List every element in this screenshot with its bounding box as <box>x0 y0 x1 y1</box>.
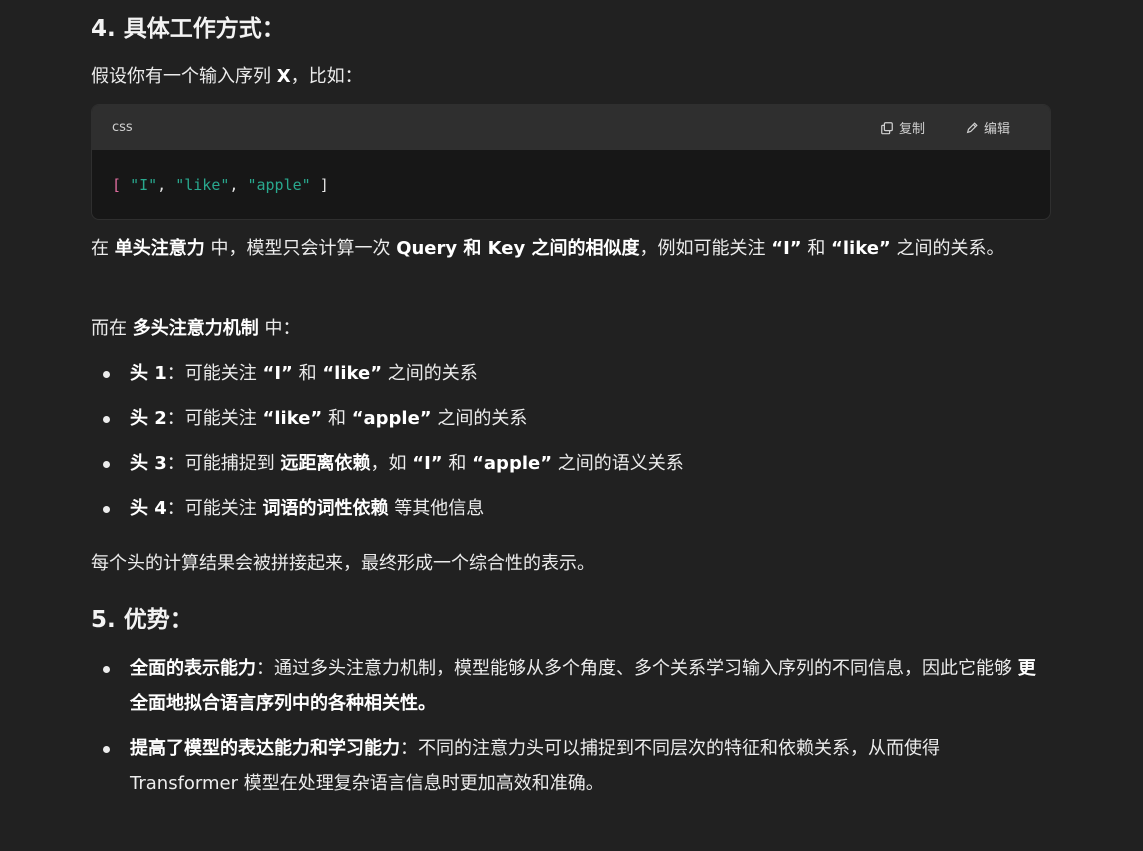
copy-icon <box>881 121 893 134</box>
text: ：可能关注 <box>166 408 263 429</box>
text: 假设你有一个输入序列 <box>91 66 277 87</box>
code-token: , <box>157 175 167 194</box>
code-actions: 复制 编辑 <box>880 118 1010 137</box>
copy-label: 复制 <box>898 122 925 137</box>
heads-list: 头 1：可能关注 “I” 和 “like” 之间的关系 头 2：可能关注 “li… <box>91 356 684 536</box>
text: ：可能捕捉到 <box>166 453 281 474</box>
bold-text: “apple” <box>351 408 432 429</box>
bold-text: 提高了模型的表达能力和学习能力 <box>130 738 400 759</box>
bold-text: 单头注意力 <box>114 238 205 259</box>
text: 和 <box>322 408 352 429</box>
text: 和 <box>801 238 832 259</box>
bold-text: “like” <box>322 363 383 384</box>
section-heading-4: 4. 具体工作方式： <box>91 16 285 42</box>
bold-text: 全面的表示能力 <box>130 658 256 679</box>
text: ，例如可能关注 <box>639 238 772 259</box>
bold-text: Query 和 Key 之间的相似度 <box>396 238 640 259</box>
bold-text: 头 1 <box>130 363 167 384</box>
text: 之间的语义关系 <box>552 453 684 474</box>
list-item: 提高了模型的表达能力和学习能力：不同的注意力头可以捕捉到不同层次的特征和依赖关系… <box>91 731 1051 801</box>
bold-text: 词语的词性依赖 <box>262 498 389 519</box>
code-token: , <box>229 175 239 194</box>
copy-button[interactable]: 复制 <box>880 118 925 137</box>
bold-text: “like” <box>831 238 891 259</box>
bold-text: “I” <box>262 363 293 384</box>
bold-text: “like” <box>262 408 323 429</box>
bold-text: “I” <box>412 453 443 474</box>
bold-text: X <box>276 66 291 87</box>
bold-text: 远距离依赖 <box>280 453 371 474</box>
code-token: "apple" <box>247 175 311 194</box>
code-language-label: css <box>112 120 133 135</box>
list-item: 全面的表示能力：通过多头注意力机制，模型能够从多个角度、多个关系学习输入序列的不… <box>91 651 1051 721</box>
text: 中： <box>258 318 301 339</box>
bold-text: 头 2 <box>130 408 167 429</box>
code-token: [ <box>112 175 122 194</box>
code-token: "like" <box>175 175 230 194</box>
paragraph-summary: 每个头的计算结果会被拼接起来，最终形成一个综合性的表示。 <box>91 553 595 574</box>
text: ，如 <box>370 453 413 474</box>
text: 之间的关系。 <box>890 238 1005 259</box>
bold-text: “apple” <box>472 453 553 474</box>
intro-paragraph: 假设你有一个输入序列 X，比如： <box>91 59 363 94</box>
text: 而在 <box>91 318 133 339</box>
text: ，比如： <box>290 66 363 87</box>
bold-text: 头 3 <box>130 453 167 474</box>
pencil-icon <box>966 121 978 133</box>
list-item: 头 1：可能关注 “I” 和 “like” 之间的关系 <box>91 356 684 401</box>
list-item: 头 2：可能关注 “like” 和 “apple” 之间的关系 <box>91 401 684 446</box>
text: ：通过多头注意力机制，模型能够从多个角度、多个关系学习输入序列的不同信息，因此它… <box>256 658 1018 679</box>
text: 等其他信息 <box>388 498 485 519</box>
text: 之间的关系 <box>431 408 528 429</box>
code-block: css 复制 编辑 [ "I", "like" , "apple"] <box>91 104 1051 220</box>
text: 中，模型只会计算一次 <box>204 238 397 259</box>
text: ：可能关注 <box>166 363 263 384</box>
text: 和 <box>442 453 473 474</box>
code-token: "I" <box>130 175 158 194</box>
advantages-list: 全面的表示能力：通过多头注意力机制，模型能够从多个角度、多个关系学习输入序列的不… <box>91 651 1051 811</box>
text: ：可能关注 <box>166 498 263 519</box>
list-item: 头 3：可能捕捉到 远距离依赖，如 “I” 和 “apple” 之间的语义关系 <box>91 446 684 491</box>
text: 在 <box>91 238 115 259</box>
edit-label: 编辑 <box>983 122 1010 137</box>
text: 之间的关系 <box>382 363 478 384</box>
paragraph-single-head: 在 单头注意力 中，模型只会计算一次 Query 和 Key 之间的相似度，例如… <box>91 231 1051 266</box>
bold-text: 头 4 <box>130 498 167 519</box>
text: 和 <box>292 363 323 384</box>
bold-text: “I” <box>771 238 802 259</box>
list-item: 头 4：可能关注 词语的词性依赖 等其他信息 <box>91 491 684 536</box>
bold-text: 多头注意力机制 <box>132 318 259 339</box>
code-content: [ "I", "like", "apple" ] <box>92 150 1050 219</box>
paragraph-multi-head: 而在 多头注意力机制 中： <box>91 311 300 346</box>
edit-button[interactable]: 编辑 <box>965 118 1010 137</box>
code-token: ] <box>319 175 329 194</box>
section-heading-5: 5. 优势： <box>91 607 193 633</box>
code-block-header: css 复制 编辑 <box>92 105 1050 150</box>
